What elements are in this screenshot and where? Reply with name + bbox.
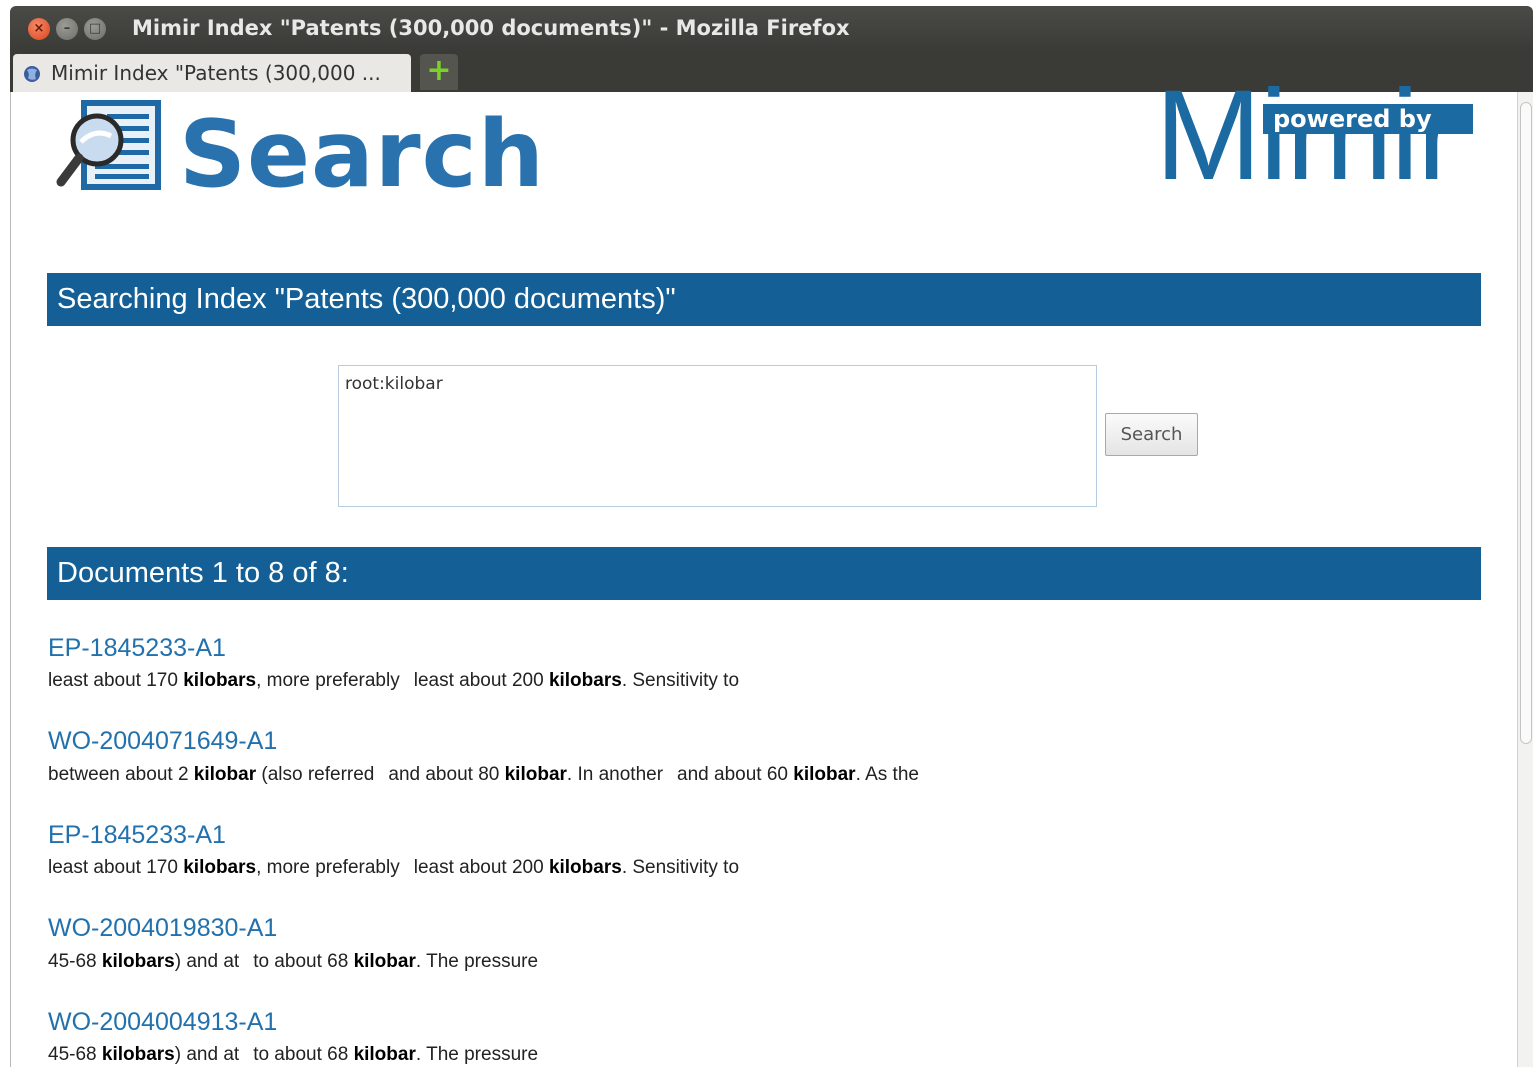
search-button[interactable]: Search	[1105, 413, 1198, 456]
snippet-text: ) and at	[174, 1044, 240, 1065]
globe-icon	[23, 64, 41, 89]
highlighted-term: kilobars	[548, 857, 622, 878]
highlighted-term: kilobar	[353, 1044, 416, 1065]
window-titlebar: × – □ Mimir Index "Patents (300,000 docu…	[10, 6, 1533, 52]
highlighted-term: kilobar	[353, 951, 416, 972]
snippet-text: . As the	[855, 764, 919, 785]
minimize-window-button[interactable]: –	[56, 18, 78, 40]
result-link[interactable]: WO-2004071649-A1	[48, 727, 277, 756]
snippet-text: (also referred	[256, 764, 375, 785]
result-link[interactable]: WO-2004004913-A1	[48, 1008, 277, 1037]
highlighted-term: kilobars	[183, 670, 257, 691]
close-window-button[interactable]: ×	[28, 18, 50, 40]
window-left-border	[10, 92, 11, 1067]
results-header-band: Documents 1 to 8 of 8:	[47, 547, 1481, 600]
powered-by-label: powered by	[1263, 104, 1473, 134]
highlighted-term: kilobar	[793, 764, 856, 785]
snippet-text: least about 200	[413, 857, 549, 878]
snippet-text: . The pressure	[415, 951, 539, 972]
browser-tab-title: Mimir Index "Patents (300,000 ...	[51, 61, 381, 85]
snippet-text: . Sensitivity to	[621, 857, 740, 878]
result-snippet: 45-68 kilobars) and at to about 68 kiloba…	[48, 951, 538, 973]
highlighted-term: kilobars	[101, 951, 175, 972]
result-link[interactable]: EP-1845233-A1	[48, 634, 226, 663]
highlighted-term: kilobars	[183, 857, 257, 878]
snippet-text: 45-68	[48, 1044, 102, 1065]
query-input[interactable]	[338, 365, 1097, 507]
snippet-text: , more preferably	[256, 857, 400, 878]
search-logo: Search	[55, 98, 544, 208]
result-snippet: between about 2 kilobar (also referred an…	[48, 764, 919, 786]
index-title: Searching Index "Patents (300,000 docume…	[57, 283, 676, 315]
highlighted-term: kilobar	[193, 764, 257, 785]
snippet-text: . In another	[566, 764, 664, 785]
magnifier-document-icon	[56, 100, 161, 190]
snippet-text: to about 68	[253, 1044, 354, 1065]
snippet-text: least about 170	[48, 670, 184, 691]
snippet-text: , more preferably	[256, 670, 400, 691]
browser-tab[interactable]: Mimir Index "Patents (300,000 ...	[13, 54, 411, 92]
result-snippet: least about 170 kilobars, more preferabl…	[48, 670, 739, 692]
snippet-text: and about 80	[388, 764, 505, 785]
scrollbar-thumb[interactable]	[1520, 102, 1532, 744]
search-logo-text: Search	[179, 100, 546, 208]
maximize-window-button[interactable]: □	[84, 18, 106, 40]
index-title-band: Searching Index "Patents (300,000 docume…	[47, 273, 1481, 326]
mimir-logo-text: Mimir	[1155, 64, 1460, 207]
window-title: Mimir Index "Patents (300,000 documents)…	[132, 16, 850, 40]
snippet-text: between about 2	[48, 764, 194, 785]
snippet-text: 45-68	[48, 951, 102, 972]
snippet-text: least about 170	[48, 857, 184, 878]
snippet-text: . The pressure	[415, 1044, 539, 1065]
mimir-logo[interactable]: Mimir powered by	[1155, 72, 1475, 208]
result-snippet: 45-68 kilobars) and at to about 68 kiloba…	[48, 1044, 538, 1066]
highlighted-term: kilobars	[101, 1044, 175, 1065]
new-tab-button[interactable]: +	[420, 54, 458, 90]
vertical-scrollbar[interactable]	[1517, 92, 1533, 1067]
highlighted-term: kilobars	[548, 670, 622, 691]
highlighted-term: kilobar	[504, 764, 567, 785]
result-link[interactable]: WO-2004019830-A1	[48, 914, 277, 943]
snippet-text: . Sensitivity to	[621, 670, 740, 691]
snippet-text: and about 60	[677, 764, 794, 785]
result-link[interactable]: EP-1845233-A1	[48, 821, 226, 850]
snippet-text: ) and at	[174, 951, 240, 972]
snippet-text: least about 200	[413, 670, 549, 691]
results-count: Documents 1 to 8 of 8:	[57, 557, 349, 589]
plus-icon: +	[426, 53, 452, 88]
snippet-text: to about 68	[253, 951, 354, 972]
result-snippet: least about 170 kilobars, more preferabl…	[48, 857, 739, 879]
